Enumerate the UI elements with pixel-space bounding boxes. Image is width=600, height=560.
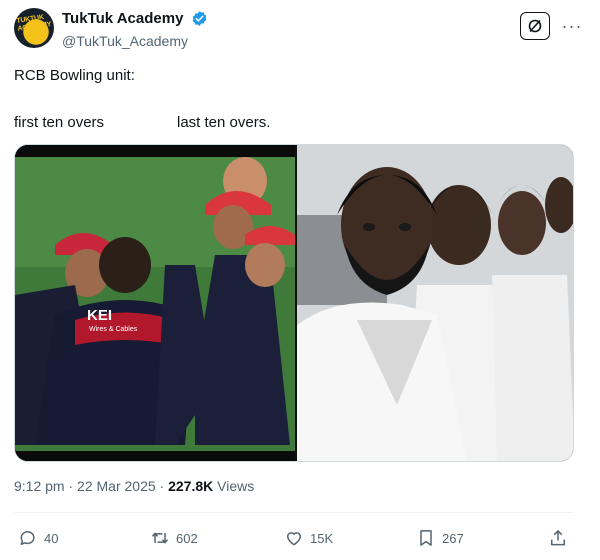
post-header: TUKTUK ACADEMY TukTuk Academy @TukTuk_Ac… xyxy=(14,8,586,54)
post-text-right-label: last ten overs. xyxy=(177,114,271,131)
bowlers-group-photo-image[interactable] xyxy=(297,145,573,461)
verified-badge-icon xyxy=(192,11,207,27)
repost-button[interactable]: 602 xyxy=(150,526,198,550)
post-text-line1: RCB Bowling unit: xyxy=(14,67,135,84)
views-count: 227.8K xyxy=(168,478,214,494)
like-count: 15K xyxy=(310,530,334,546)
meta-separator: · xyxy=(68,478,74,494)
reply-button[interactable]: 40 xyxy=(18,526,58,550)
post-text-left-label: first ten overs xyxy=(14,114,105,131)
post-time[interactable]: 9:12 pm xyxy=(14,478,65,494)
share-icon xyxy=(551,530,565,546)
bookmark-count: 267 xyxy=(442,530,464,546)
repost-icon xyxy=(151,532,169,544)
bookmark-icon xyxy=(420,530,432,546)
meta-separator-2: · xyxy=(159,478,165,494)
cricket-team-huddle-image[interactable]: KEI Wires & Cables xyxy=(15,145,295,461)
post-date[interactable]: 22 Mar 2025 xyxy=(77,478,156,494)
repost-count: 602 xyxy=(176,530,198,546)
author-names: TukTuk Academy @TukTuk_Academy xyxy=(62,10,208,49)
divider xyxy=(14,512,574,513)
grok-icon[interactable] xyxy=(520,12,550,40)
media-container[interactable]: KEI Wires & Cables xyxy=(14,144,574,462)
views-label: Views xyxy=(217,478,255,494)
reply-count: 40 xyxy=(44,530,59,546)
avatar[interactable]: TUKTUK ACADEMY xyxy=(14,8,54,48)
reply-icon xyxy=(20,531,35,545)
jersey-sponsor-sub: Wires & Cables xyxy=(89,326,138,333)
handle[interactable]: @TukTuk_Academy xyxy=(62,33,208,49)
more-icon[interactable]: ··· xyxy=(558,12,586,40)
post-meta: 9:12 pm · 22 Mar 2025 · 227.8K Views xyxy=(14,478,254,494)
jersey-sponsor-text: KEI xyxy=(87,307,112,324)
like-button[interactable]: 15K xyxy=(284,526,333,550)
heart-icon xyxy=(287,532,301,546)
avatar-logo-text: TUKTUK ACADEMY xyxy=(16,14,52,33)
display-name[interactable]: TukTuk Academy xyxy=(62,10,183,27)
action-bar: 40 602 15K 267 xyxy=(14,522,574,554)
share-button[interactable] xyxy=(548,526,574,550)
bookmark-button[interactable]: 267 xyxy=(416,526,464,550)
